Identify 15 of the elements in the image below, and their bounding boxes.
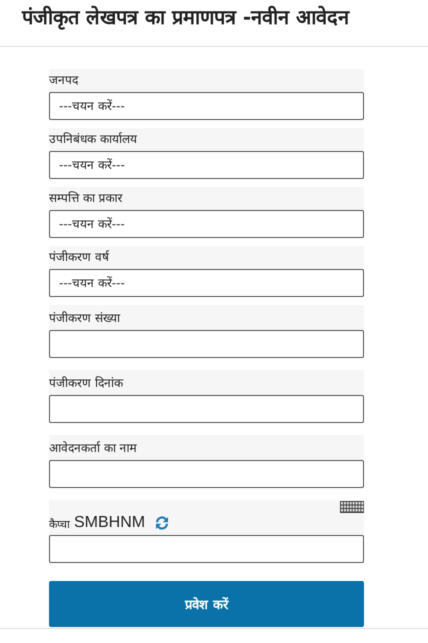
submit-button[interactable]: प्रवेश करें [49, 581, 364, 627]
page-title: पंजीकृत लेखपत्र का प्रमाणपत्र -नवीन आवेदन [22, 4, 351, 30]
field-label: आवेदनकर्ता का नाम [49, 440, 138, 456]
field-label: उपनिबंधक कार्यालय [49, 131, 138, 147]
captcha-code: SMBHNM [74, 514, 146, 532]
field-label: सम्पत्ति का प्रकार [49, 190, 124, 206]
field-label: पंजीकरण वर्ष [49, 249, 110, 265]
dropdown[interactable]: ---चयन करें--- [49, 269, 364, 297]
field-label: पंजीकरण दिनांक [49, 375, 124, 391]
dropdown[interactable]: ---चयन करें--- [49, 210, 364, 238]
field-label: पंजीकरण संख्या [49, 310, 122, 326]
field-label: जनपद [49, 72, 80, 88]
captcha-label: कैप्चा [49, 516, 70, 530]
dropdown[interactable]: ---चयन करें--- [49, 151, 364, 179]
dropdown[interactable]: ---चयन करें--- [49, 92, 364, 120]
